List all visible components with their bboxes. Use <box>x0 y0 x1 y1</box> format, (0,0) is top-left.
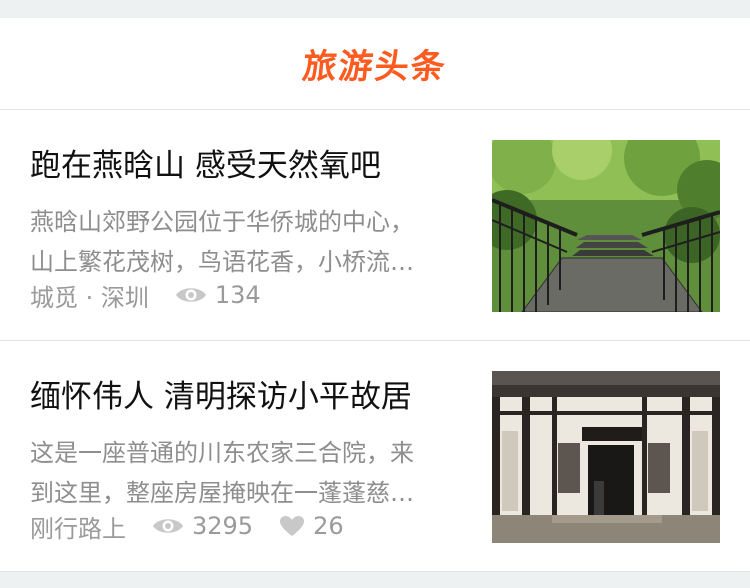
summary-line: 这是一座普通的川东农家三合院，来 <box>30 439 414 467</box>
article-title[interactable]: 跑在燕晗山 感受天然氧吧 <box>30 140 470 185</box>
article-thumbnail[interactable] <box>492 371 720 543</box>
view-count: 134 <box>214 281 261 309</box>
article-card[interactable]: 跑在燕晗山 感受天然氧吧 燕晗山郊野公园位于华侨城的中心， 山上繁花茂树，鸟语花… <box>0 110 750 341</box>
page-title: 旅游头条 <box>300 47 449 87</box>
article-summary: 燕晗山郊野公园位于华侨城的中心， 山上繁花茂树，鸟语花香，小桥流… <box>30 202 460 282</box>
like-count: 26 <box>313 512 344 540</box>
summary-line: 燕晗山郊野公园位于华侨城的中心， <box>30 208 414 236</box>
summary-line: 到这里，整座房屋掩映在一蓬蓬慈… <box>30 479 414 507</box>
article-card[interactable]: 缅怀伟人 清明探访小平故居 这是一座普通的川东农家三合院，来 到这里，整座房屋掩… <box>0 341 750 572</box>
article-meta: 刚行路上 3295 26 <box>30 509 344 543</box>
heart-icon <box>279 515 305 537</box>
author-label: 刚行路上 <box>30 514 126 543</box>
article-meta: 城觅 · 深圳 134 <box>30 278 261 312</box>
article-title[interactable]: 缅怀伟人 清明探访小平故居 <box>30 371 470 416</box>
eye-icon <box>175 285 207 305</box>
summary-line: 山上繁花茂树，鸟语花香，小桥流… <box>30 248 414 276</box>
top-strip <box>0 0 750 18</box>
author-label: 城觅 · 深圳 <box>30 283 149 312</box>
bottom-strip <box>0 572 750 588</box>
article-summary: 这是一座普通的川东农家三合院，来 到这里，整座房屋掩映在一蓬蓬慈… <box>30 433 460 513</box>
header: 旅游头条 <box>0 18 750 110</box>
view-count: 3295 <box>192 512 254 540</box>
eye-icon <box>152 516 184 536</box>
article-thumbnail[interactable] <box>492 140 720 312</box>
